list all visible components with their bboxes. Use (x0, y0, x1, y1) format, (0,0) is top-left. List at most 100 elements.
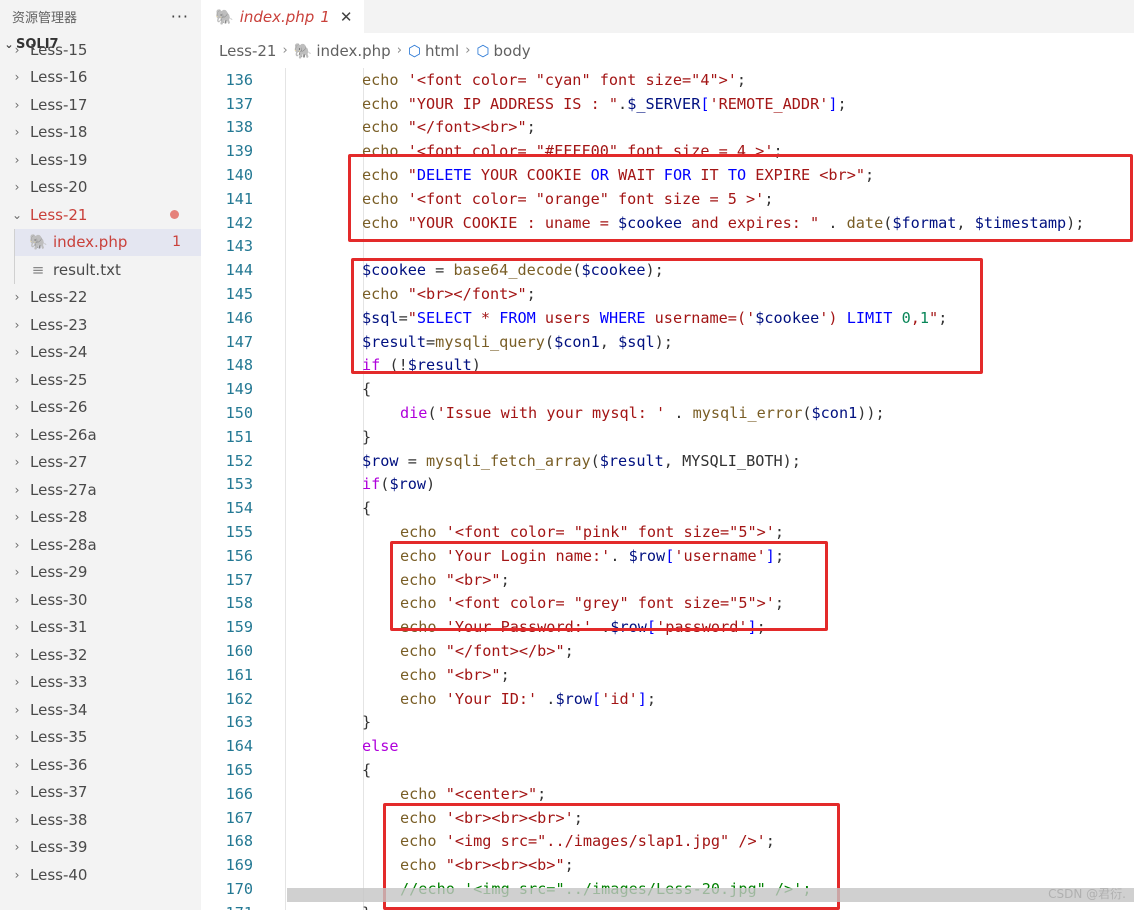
file-item[interactable]: 🐘 index.php 1 (14, 228, 201, 256)
code-lines: 136 echo '<font color= "cyan" font size="… (201, 68, 1134, 910)
code-line: 147 $result=mysqli_query($con1, $sql); (201, 330, 1134, 354)
code-token: 'Issue with your mysql: ' (436, 404, 666, 423)
code-token: and expires: " (682, 213, 820, 232)
folder-item[interactable]: › Less-29 (0, 559, 201, 587)
code-token: ; (774, 594, 785, 613)
breadcrumb-folder[interactable]: Less-21 (219, 42, 276, 60)
folder-item[interactable]: › Less-38 (0, 806, 201, 834)
code-token: ; (938, 308, 948, 327)
code-line: 155 echo '<font color= "pink" font size="… (201, 520, 1134, 544)
folder-item[interactable]: › Less-27a (0, 476, 201, 504)
code-line: 152 $row = mysqli_fetch_array($result, MY… (201, 449, 1134, 473)
code-token: "<br>" (445, 665, 501, 684)
folder-item[interactable]: › Less-37 (0, 779, 201, 807)
code-editor[interactable]: 136 echo '<font color= "cyan" font size="… (201, 68, 1134, 910)
folder-item[interactable]: › Less-33 (0, 669, 201, 697)
folder-item[interactable]: › Less-36 (0, 751, 201, 779)
line-source: die('Issue with your mysql: ' . mysqli_e… (400, 404, 885, 422)
code-line: 153 if($row) (201, 473, 1134, 497)
folder-item[interactable]: › Less-19 (0, 146, 201, 174)
tree-item-label: Less-29 (30, 563, 88, 582)
code-token: base64_decode (453, 261, 573, 280)
line-source: echo 'Your Login name:'. $row['username'… (400, 547, 784, 565)
code-token: "</font><br>" (407, 118, 527, 137)
folder-item[interactable]: › Less-31 (0, 614, 201, 642)
line-number: 166 (225, 784, 253, 803)
breadcrumb-body[interactable]: ⬡ body (476, 42, 530, 60)
line-source: $result=mysqli_query($con1, $sql); (362, 333, 673, 351)
folder-item[interactable]: › Less-26a (0, 421, 201, 449)
more-actions-icon[interactable]: ··· (171, 7, 189, 26)
folder-item[interactable]: › Less-34 (0, 696, 201, 724)
folder-item[interactable]: › Less-16 (0, 64, 201, 92)
code-token: "<br>" (445, 570, 501, 589)
code-token: = (426, 261, 454, 280)
folder-item[interactable]: › Less-24 (0, 339, 201, 367)
folder-item[interactable]: › Less-40 (0, 861, 201, 889)
code-token: FOR (663, 166, 692, 185)
folder-item[interactable]: › Less-23 (0, 311, 201, 339)
folder-item[interactable]: › Less-28a (0, 531, 201, 559)
code-token: "YOUR IP ADDRESS IS : " (407, 94, 619, 113)
folder-item[interactable]: ⌄ Less-21 (0, 201, 201, 229)
tree-item-label: Less-36 (30, 755, 88, 774)
tree-item-label: Less-24 (30, 343, 88, 362)
code-token: mysqli_error (692, 404, 803, 423)
tree-item-label: Less-34 (30, 700, 88, 719)
line-source: echo '<font color= "grey" font size="5">… (400, 594, 784, 612)
chevron-right-icon: › (14, 42, 20, 57)
tree-item-label: Less-23 (30, 315, 88, 334)
line-number: 158 (225, 594, 253, 613)
line-number: 142 (225, 213, 253, 232)
code-line: 156 echo 'Your Login name:'. $row['userna… (201, 544, 1134, 568)
text-file-icon: ≡ (31, 260, 45, 279)
folder-item[interactable]: › Less-20 (0, 174, 201, 202)
folder-item[interactable]: › Less-35 (0, 724, 201, 752)
code-token: $timestamp (974, 213, 1067, 232)
code-token: echo (400, 832, 446, 851)
folder-item[interactable]: › Less-30 (0, 586, 201, 614)
tab-index-php[interactable]: 🐘 index.php 1 ✕ (201, 0, 365, 33)
line-number: 144 (225, 261, 253, 280)
folder-item[interactable]: › Less-22 (0, 284, 201, 312)
folder-item[interactable]: › Less-15 (0, 36, 201, 64)
line-source: $cookee = base64_decode($cookee); (362, 261, 664, 279)
line-number: 168 (225, 832, 253, 851)
folder-item[interactable]: › Less-39 (0, 834, 201, 862)
line-source: echo '<br><br><br>'; (400, 809, 583, 827)
chevron-right-icon: › (14, 180, 20, 195)
chevron-right-icon: › (282, 43, 288, 58)
line-source: echo "<br><br><b>"; (400, 856, 574, 874)
code-token: ; (756, 618, 766, 637)
code-token: $con1 (811, 404, 858, 423)
code-token: " (407, 308, 417, 327)
code-token: username=(' (645, 308, 756, 327)
line-number: 145 (225, 285, 253, 304)
chevron-right-icon: › (14, 565, 20, 580)
close-icon[interactable]: ✕ (340, 8, 353, 26)
code-token: . (618, 94, 628, 113)
line-number: 156 (225, 546, 253, 565)
folder-item[interactable]: › Less-27 (0, 449, 201, 477)
code-token: . (592, 618, 611, 637)
line-number: 149 (225, 380, 253, 399)
code-token: ; (500, 665, 510, 684)
breadcrumb-file[interactable]: 🐘 index.php (294, 42, 391, 60)
code-token: $cookee (755, 308, 820, 327)
folder-item[interactable]: › Less-17 (0, 91, 201, 119)
folder-item[interactable]: › Less-25 (0, 366, 201, 394)
file-item[interactable]: ≡ result.txt (14, 256, 201, 284)
folder-item[interactable]: › Less-18 (0, 119, 201, 147)
folder-item[interactable]: › Less-26 (0, 394, 201, 422)
line-source: echo "<br>"; (400, 666, 510, 684)
code-token: DELETE (416, 166, 472, 185)
breadcrumb-html[interactable]: ⬡ html (408, 42, 459, 60)
code-line: 139 echo '<font color= "#FFFF00" font siz… (201, 139, 1134, 163)
code-token: * (471, 308, 500, 327)
tree-item-label: Less-27a (30, 480, 97, 499)
folder-item[interactable]: › Less-28 (0, 504, 201, 532)
line-number: 163 (225, 713, 253, 732)
horizontal-scrollbar[interactable] (287, 888, 1134, 902)
folder-item[interactable]: › Less-32 (0, 641, 201, 669)
code-token: echo (400, 546, 446, 565)
